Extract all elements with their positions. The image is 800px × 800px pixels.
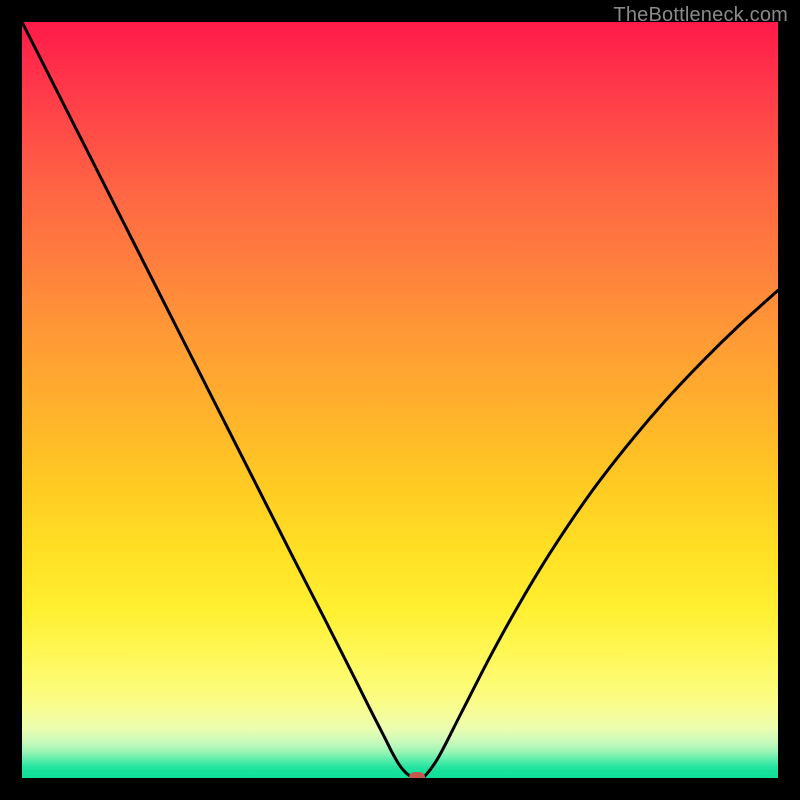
watermark-text: TheBottleneck.com: [613, 4, 788, 27]
chart-frame: TheBottleneck.com: [0, 0, 800, 800]
optimal-point-marker: [409, 772, 425, 778]
bottleneck-curve: [22, 22, 778, 778]
plot-area: [22, 22, 778, 778]
